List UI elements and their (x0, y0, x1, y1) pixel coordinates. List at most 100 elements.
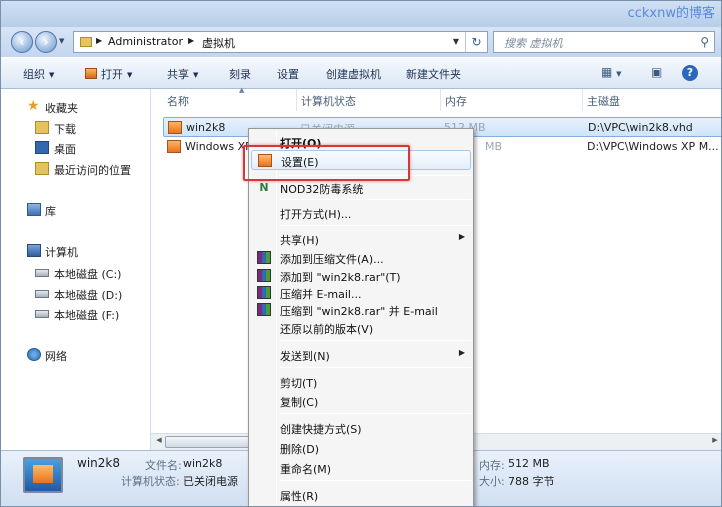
column-header-name[interactable]: ▲ 名称 (167, 86, 297, 111)
refresh-icon[interactable]: ↻ (465, 32, 487, 52)
menu-separator (279, 199, 471, 200)
menu-item-restore[interactable]: 还原以前的版本(V) (251, 318, 471, 338)
open-button[interactable]: 打开 ▼ (85, 66, 132, 82)
sidebar-label: 计算机 (45, 246, 78, 259)
menu-label: 创建快捷方式(S) (280, 423, 362, 436)
sidebar-label: 本地磁盘 (C:) (54, 268, 122, 281)
sidebar-item-desktop[interactable]: 桌面 (1, 138, 151, 158)
create-vm-button[interactable]: 创建虚拟机 (326, 66, 381, 82)
view-options-icon[interactable]: ▦ ▼ (601, 65, 622, 79)
menu-item-share[interactable]: 共享(H) ▶ (251, 229, 471, 249)
desktop-icon (35, 141, 49, 154)
file-memory: MB (485, 140, 503, 153)
winrar-icon (257, 269, 271, 282)
address-bar[interactable]: ▶ Administrator ▶ 虚拟机 ▼ ↻ (73, 31, 488, 53)
vm-monitor-icon (23, 457, 63, 493)
sidebar-item-drive-d[interactable]: 本地磁盘 (D:) (1, 284, 151, 304)
command-bar: 组织 ▼ 打开 ▼ 共享 ▼ 刻录 设置 创建虚拟机 新建文件夹 ▦ ▼ ▣ ? (1, 57, 721, 89)
settings-button[interactable]: 设置 (277, 66, 299, 82)
title-bar[interactable]: cckxnw的博客 (1, 1, 721, 27)
vm-open-icon (85, 68, 97, 79)
menu-item-compress-rar-email[interactable]: 压缩到 "win2k8.rar" 并 E-mail (251, 300, 471, 320)
details-size-label: 大小: (479, 475, 505, 488)
breadcrumb-administrator[interactable]: Administrator (108, 35, 183, 48)
drive-icon (35, 310, 49, 318)
chevron-right-icon[interactable]: ▶ (96, 36, 102, 45)
open-label: 打开 (101, 68, 123, 81)
menu-item-open-with[interactable]: 打开方式(H)... (251, 203, 471, 223)
menu-item-copy[interactable]: 复制(C) (251, 391, 471, 411)
scroll-left-icon[interactable]: ◀ (153, 436, 165, 444)
column-header-state[interactable]: 计算机状态 (301, 89, 441, 111)
sidebar-item-libraries[interactable]: 库 (1, 200, 151, 220)
sort-ascending-icon: ▲ (239, 86, 245, 94)
burn-button[interactable]: 刻录 (229, 66, 251, 82)
menu-label: 还原以前的版本(V) (280, 323, 374, 336)
sidebar-item-favorites[interactable]: ★ 收藏夹 (1, 97, 151, 117)
submenu-arrow-icon: ▶ (458, 232, 465, 241)
menu-item-add-archive[interactable]: 添加到压缩文件(A)... (251, 248, 471, 268)
address-dropdown-icon[interactable]: ▼ (453, 37, 459, 46)
chevron-right-icon[interactable]: ▶ (188, 36, 194, 45)
search-icon[interactable]: ⚲ (700, 35, 709, 49)
sidebar-item-drive-c[interactable]: 本地磁盘 (C:) (1, 263, 151, 283)
organize-button[interactable]: 组织 ▼ (23, 66, 54, 82)
menu-item-cut[interactable]: 剪切(T) (251, 372, 471, 392)
sidebar-label: 收藏夹 (45, 102, 78, 115)
navigation-pane: ★ 收藏夹 下载 桌面 最近访问的位置 库 计算机 本地磁盘 (C:) 本地磁盘… (1, 89, 151, 450)
menu-item-rename[interactable]: 重命名(M) (251, 458, 471, 478)
menu-item-nod32[interactable]: N NOD32防毒系统 (251, 178, 471, 198)
highlight-annotation (243, 145, 410, 181)
menu-item-send-to[interactable]: 发送到(N) ▶ (251, 345, 471, 365)
caret-down-icon: ▼ (49, 71, 55, 79)
breadcrumb-vm[interactable]: 虚拟机 (202, 35, 235, 51)
folder-icon (80, 37, 92, 47)
forward-button[interactable]: › (35, 31, 57, 53)
file-name: win2k8 (186, 121, 226, 134)
menu-label: 复制(C) (280, 396, 319, 409)
sidebar-label: 本地磁盘 (D:) (54, 289, 123, 302)
column-header-disk[interactable]: 主磁盘 (587, 89, 721, 111)
menu-label: 打开方式(H)... (280, 208, 352, 221)
sidebar-item-network[interactable]: 网络 (1, 345, 151, 365)
new-folder-button[interactable]: 新建文件夹 (406, 66, 461, 82)
menu-label: 重命名(M) (280, 463, 332, 476)
details-size-value: 788 字节 (508, 475, 555, 488)
menu-item-properties[interactable]: 属性(R) (251, 485, 471, 505)
drive-icon (35, 290, 49, 298)
context-menu: 打开(O) 设置(E) N NOD32防毒系统 打开方式(H)... 共享(H)… (248, 128, 474, 506)
menu-item-delete[interactable]: 删除(D) (251, 438, 471, 458)
recent-places-icon (35, 162, 49, 175)
search-input[interactable]: 搜索 虚拟机 ⚲ (493, 31, 715, 53)
details-filename-label: 文件名: (145, 459, 182, 472)
menu-label: 剪切(T) (280, 377, 318, 390)
file-disk: D:\VPC\Windows XP M... (587, 140, 719, 153)
sidebar-item-recent[interactable]: 最近访问的位置 (1, 159, 151, 179)
menu-separator (279, 340, 471, 341)
vm-icon (167, 140, 181, 153)
winrar-icon (257, 303, 271, 316)
organize-label: 组织 (23, 68, 45, 81)
sidebar-item-downloads[interactable]: 下载 (1, 118, 151, 138)
column-header-memory[interactable]: 内存 (445, 89, 583, 111)
sidebar-item-computer[interactable]: 计算机 (1, 241, 151, 261)
details-memory-label: 内存: (479, 459, 505, 472)
menu-label: 发送到(N) (280, 350, 330, 363)
computer-icon (27, 244, 41, 257)
star-icon: ★ (27, 98, 40, 114)
vm-icon (168, 121, 182, 134)
help-icon[interactable]: ? (682, 65, 698, 81)
menu-separator (279, 367, 471, 368)
back-button[interactable]: ‹ (11, 31, 33, 53)
sidebar-item-drive-f[interactable]: 本地磁盘 (F:) (1, 304, 151, 324)
recent-pages-dropdown[interactable]: ▼ (59, 37, 69, 47)
preview-pane-icon[interactable]: ▣ (651, 65, 662, 79)
menu-separator (279, 480, 471, 481)
drive-icon (35, 269, 49, 277)
share-button[interactable]: 共享 ▼ (167, 66, 198, 82)
menu-label: 删除(D) (280, 443, 320, 456)
watermark-text: cckxnw的博客 (627, 6, 715, 21)
menu-item-create-shortcut[interactable]: 创建快捷方式(S) (251, 418, 471, 438)
navigation-bar: ‹ › ▼ ▶ Administrator ▶ 虚拟机 ▼ ↻ 搜索 虚拟机 ⚲ (1, 27, 721, 57)
scroll-right-icon[interactable]: ▶ (709, 436, 721, 444)
